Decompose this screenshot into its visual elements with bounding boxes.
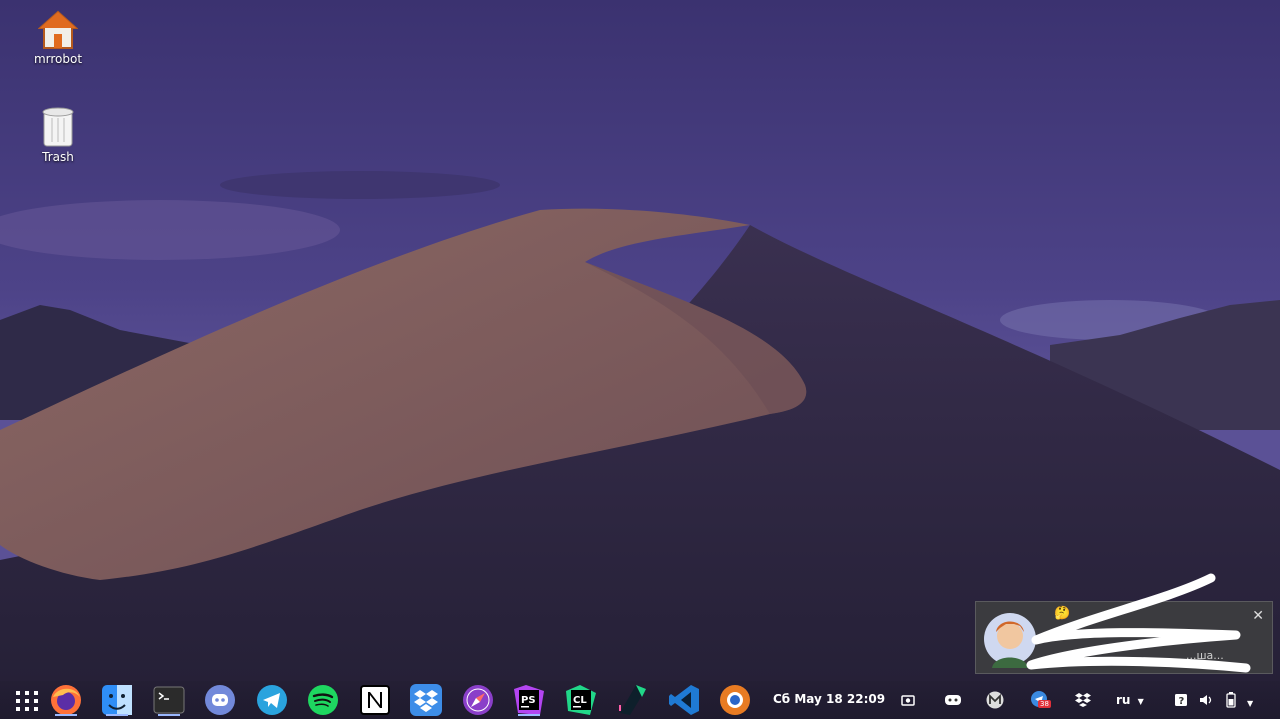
discord-icon	[205, 685, 235, 715]
clock[interactable]: Сб May 18 22:09	[773, 692, 885, 706]
clion-label: CL	[573, 695, 587, 706]
tray-discord[interactable]	[944, 692, 962, 711]
firefox-icon	[51, 685, 81, 715]
dock-discord[interactable]	[203, 683, 237, 717]
pycharm-icon	[619, 685, 646, 715]
chevron-down-icon: ▼	[1137, 697, 1144, 706]
app-grid-button[interactable]	[10, 683, 44, 717]
dock-telegram[interactable]	[255, 683, 289, 717]
dock-clion[interactable]: CL	[564, 683, 598, 717]
discord-tray-icon	[945, 695, 961, 705]
dock-pycharm[interactable]	[616, 683, 650, 717]
dropbox-icon	[410, 684, 442, 716]
desktop-icon-home[interactable]: mrrobot	[13, 10, 103, 66]
mail-badge: 38	[1038, 700, 1051, 708]
gmail-tray-icon	[986, 691, 1004, 709]
notion-icon	[360, 685, 390, 715]
notes-tray-icon: ?	[1175, 694, 1187, 707]
redaction-scribble	[1026, 573, 1251, 673]
dock-firefox[interactable]	[49, 683, 83, 717]
running-indicator	[158, 714, 180, 716]
dock-terminal[interactable]	[152, 683, 186, 717]
desktop-icon-trash[interactable]: Trash	[13, 106, 103, 164]
desktop-icon-trash-label: Trash	[42, 150, 74, 164]
trash-icon	[42, 107, 74, 147]
compass-browser-icon	[463, 685, 493, 715]
home-folder-icon	[38, 10, 78, 49]
dock-spotify[interactable]	[306, 683, 340, 717]
keyboard-layout-label: ru	[1116, 693, 1131, 707]
dock-phpstorm[interactable]: PS	[512, 683, 546, 717]
dropbox-tray-icon	[1075, 693, 1091, 707]
dock-ubuntu-app[interactable]	[718, 683, 752, 717]
vscode-icon	[669, 685, 699, 715]
keyboard-layout-indicator[interactable]: ru ▼	[1116, 693, 1144, 707]
clion-icon: CL	[566, 685, 596, 715]
terminal-icon	[153, 686, 185, 714]
tray-volume[interactable]	[1199, 693, 1213, 710]
dock-notion[interactable]	[358, 683, 392, 717]
phpstorm-icon: PS	[514, 685, 544, 715]
telegram-icon	[257, 685, 287, 715]
dock-vscode[interactable]	[667, 683, 701, 717]
finder-files-icon	[102, 685, 132, 715]
screenshot-icon	[901, 695, 915, 706]
dock-compass-browser[interactable]	[461, 683, 495, 717]
battery-icon	[1226, 692, 1236, 708]
dock-finder[interactable]	[100, 683, 134, 717]
dock-dropbox[interactable]	[409, 683, 443, 717]
tray-gmail[interactable]	[986, 691, 1004, 712]
tray-notes[interactable]: ?	[1174, 693, 1188, 710]
running-indicator	[55, 714, 77, 716]
running-indicator	[518, 714, 540, 716]
svg-text:?: ?	[1179, 696, 1185, 707]
tray-mail[interactable]: 38	[1030, 690, 1052, 710]
ubuntu-orange-icon	[720, 685, 750, 715]
tray-screenshot[interactable]	[900, 692, 916, 711]
system-menu-button[interactable]: ▼	[1247, 695, 1253, 709]
volume-icon	[1200, 695, 1212, 705]
notification-popup[interactable]: 🤔 ...но ...ша... ✕	[975, 573, 1273, 674]
running-indicator	[106, 714, 128, 716]
desktop-icon-home-label: mrrobot	[33, 52, 83, 66]
phpstorm-label: PS	[521, 695, 536, 706]
tray-dropbox[interactable]	[1074, 692, 1092, 711]
tray-battery[interactable]	[1226, 692, 1236, 711]
menu-arrow-icon: ▼	[1247, 699, 1254, 708]
app-grid-icon	[16, 691, 38, 711]
spotify-icon	[308, 685, 338, 715]
